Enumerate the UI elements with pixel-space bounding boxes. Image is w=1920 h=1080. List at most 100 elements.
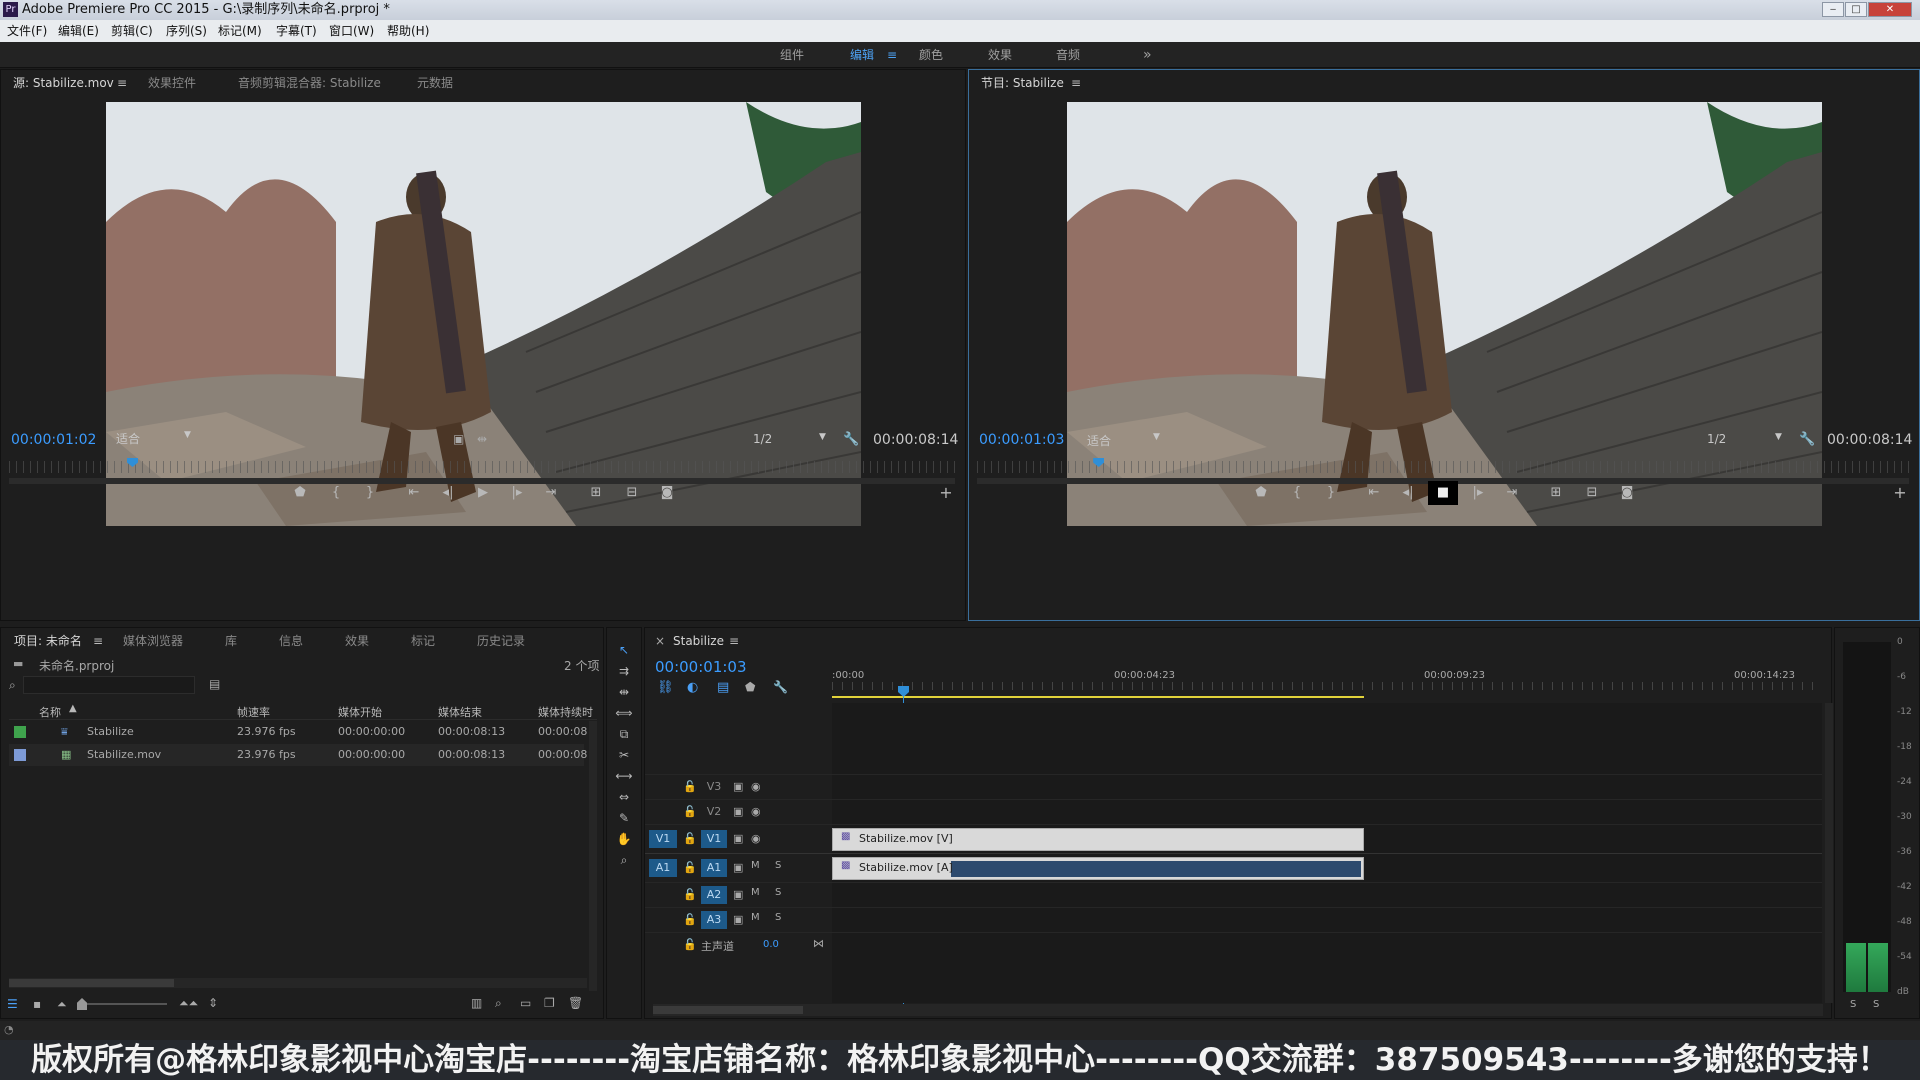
menu-clip[interactable]: 剪辑(C): [111, 20, 153, 42]
program-fit-dropdown[interactable]: 适合 ▼: [1087, 432, 1167, 450]
zoom-tool-icon[interactable]: ⌕: [615, 851, 633, 869]
source-settings-wrench-icon[interactable]: 🔧: [843, 432, 859, 447]
sort-arrows-icon[interactable]: ⇕: [208, 996, 218, 1010]
tab-menu-icon[interactable]: ≡: [117, 70, 127, 96]
item-name[interactable]: Stabilize: [87, 725, 134, 738]
column-media-end[interactable]: 媒体结束: [438, 704, 482, 720]
source-timecode[interactable]: 00:00:01:02: [11, 432, 96, 448]
rolling-edit-tool-icon[interactable]: ⟺: [615, 704, 633, 722]
extract-icon[interactable]: ⊟: [1583, 484, 1601, 502]
tab-menu-icon[interactable]: ≡: [93, 628, 103, 654]
tab-project[interactable]: 项目: 未命名: [14, 628, 82, 654]
list-view-icon[interactable]: ☰: [7, 997, 18, 1011]
menu-sequence[interactable]: 序列(S): [166, 20, 207, 42]
column-name[interactable]: 名称: [39, 704, 61, 720]
tab-libraries[interactable]: 库: [225, 628, 237, 654]
insert-icon[interactable]: ⊞: [587, 484, 605, 502]
tab-markers[interactable]: 标记: [411, 628, 435, 654]
tab-menu-icon[interactable]: ≡: [729, 628, 739, 654]
tab-sequence[interactable]: Stabilize: [673, 628, 724, 654]
lock-icon[interactable]: 🔓: [683, 861, 697, 874]
add-marker-icon[interactable]: ⬟: [1252, 484, 1270, 502]
lift-icon[interactable]: ⊞: [1547, 484, 1565, 502]
label-color-swatch[interactable]: [14, 749, 26, 761]
tab-effects[interactable]: 效果: [345, 628, 369, 654]
eye-icon[interactable]: ◉: [751, 805, 761, 818]
clear-trash-icon[interactable]: 🗑: [568, 996, 583, 1010]
add-marker-icon[interactable]: ⬟: [745, 680, 755, 694]
track-label-v2[interactable]: V2: [703, 803, 725, 821]
track-label-a2[interactable]: A2: [701, 886, 727, 904]
scrollbar-thumb[interactable]: [653, 1006, 803, 1014]
close-tab-icon[interactable]: ×: [655, 628, 665, 654]
menu-marker[interactable]: 标记(M): [218, 20, 262, 42]
sync-lock-icon[interactable]: ▣: [733, 888, 743, 901]
sort-ascending-icon[interactable]: ▲: [69, 703, 77, 714]
track-label-a3[interactable]: A3: [701, 911, 727, 929]
solo-button[interactable]: S: [775, 860, 781, 871]
menu-edit[interactable]: 编辑(E): [58, 20, 99, 42]
icon-view-icon[interactable]: ▪: [33, 997, 41, 1011]
hand-tool-icon[interactable]: ✋: [615, 830, 633, 848]
lock-icon[interactable]: 🔓: [683, 805, 697, 818]
track-label-v3[interactable]: V3: [703, 778, 725, 796]
timeline-settings-wrench-icon[interactable]: 🔧: [773, 680, 788, 694]
mute-button[interactable]: M: [751, 887, 760, 898]
timeline-timecode[interactable]: 00:00:01:03: [655, 658, 747, 676]
mark-out-icon[interactable]: }: [361, 484, 379, 502]
lock-icon[interactable]: 🔓: [683, 938, 697, 951]
new-item-icon[interactable]: ❐: [544, 996, 555, 1010]
scrollbar-thumb[interactable]: [9, 979, 174, 987]
project-search-input[interactable]: [23, 676, 195, 694]
tab-menu-icon[interactable]: ≡: [1071, 70, 1081, 96]
workspace-audio[interactable]: 音频: [1056, 42, 1080, 68]
workspace-assembly[interactable]: 组件: [780, 42, 804, 68]
column-media-start[interactable]: 媒体开始: [338, 704, 382, 720]
find-icon[interactable]: ⌕: [495, 996, 502, 1011]
button-editor-plus-icon[interactable]: +: [1891, 484, 1909, 502]
project-vertical-scrollbar[interactable]: [589, 721, 597, 991]
maximize-icon[interactable]: □: [1845, 2, 1867, 17]
sync-lock-icon[interactable]: ▣: [733, 780, 743, 793]
go-to-out-icon[interactable]: ⇥: [1503, 484, 1521, 502]
rate-stretch-tool-icon[interactable]: ⧉: [615, 725, 633, 743]
program-timecode[interactable]: 00:00:01:03: [979, 432, 1064, 448]
step-back-icon[interactable]: ◂|: [1399, 484, 1417, 502]
export-frame-camera-icon[interactable]: ◙: [658, 484, 676, 502]
source-time-ruler[interactable]: [9, 461, 955, 473]
table-row[interactable]: ▦ Stabilize.mov 23.976 fps 00:00:00:00 0…: [9, 744, 587, 766]
slip-tool-icon[interactable]: ⟷: [615, 767, 633, 785]
mark-in-icon[interactable]: {: [327, 484, 345, 502]
solo-button[interactable]: S: [775, 912, 781, 923]
new-bin-from-search-icon[interactable]: ▤: [209, 677, 220, 691]
menu-window[interactable]: 窗口(W): [329, 20, 374, 42]
source-fit-dropdown[interactable]: 适合 ▼: [116, 430, 196, 448]
timeline-horizontal-scrollbar[interactable]: [653, 1004, 1823, 1016]
sync-lock-icon[interactable]: ▣: [733, 832, 743, 845]
tab-media-browser[interactable]: 媒体浏览器: [123, 628, 183, 654]
new-bin-icon[interactable]: ▭: [520, 996, 531, 1010]
go-to-in-icon[interactable]: ⇤: [405, 484, 423, 502]
step-back-icon[interactable]: ◂|: [439, 484, 457, 502]
insert-overwrite-sequence-icon[interactable]: ▤: [717, 680, 729, 695]
master-track-label[interactable]: 主声道: [701, 938, 734, 954]
add-marker-icon[interactable]: ⬟: [291, 484, 309, 502]
source-drag-video-icon[interactable]: ⇹: [477, 432, 487, 446]
snap-icon[interactable]: ⛓: [657, 680, 674, 695]
sync-lock-icon[interactable]: ▣: [733, 805, 743, 818]
lock-icon[interactable]: 🔓: [683, 832, 697, 845]
timeline-vertical-scrollbar[interactable]: [1825, 703, 1833, 1003]
item-name[interactable]: Stabilize.mov: [87, 748, 161, 761]
master-volume-value[interactable]: 0.0: [763, 939, 779, 950]
freeform-view-icon[interactable]: ⏶: [57, 997, 67, 1012]
lock-icon[interactable]: 🔓: [683, 780, 697, 793]
source-patch-a1[interactable]: A1: [649, 859, 677, 877]
tab-effect-controls[interactable]: 效果控件: [148, 70, 196, 96]
tab-info[interactable]: 信息: [279, 628, 303, 654]
eye-icon[interactable]: ◉: [751, 780, 761, 793]
lock-icon[interactable]: 🔓: [683, 888, 697, 901]
minimize-icon[interactable]: ‒: [1822, 2, 1844, 17]
audio-clip[interactable]: ▩ Stabilize.mov [A]: [832, 857, 1364, 880]
selection-tool-icon[interactable]: ↖: [615, 641, 633, 659]
eye-icon[interactable]: ◉: [751, 832, 761, 845]
